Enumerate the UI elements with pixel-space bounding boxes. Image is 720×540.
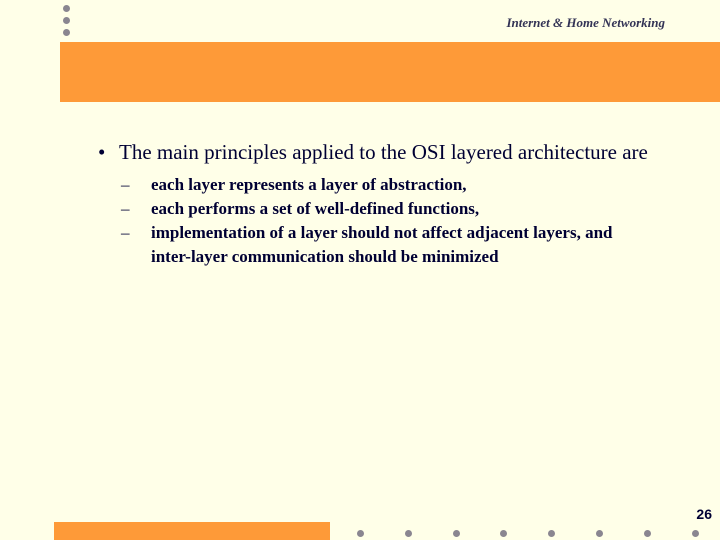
decorative-dot: [63, 5, 70, 12]
slide-content: • The main principles applied to the OSI…: [98, 138, 654, 269]
decorative-dot: [644, 530, 651, 537]
sub-bullet-list: – each layer represents a layer of abstr…: [121, 173, 654, 269]
main-bullet: • The main principles applied to the OSI…: [98, 138, 654, 166]
decorative-dot: [405, 530, 412, 537]
decorative-dot: [500, 530, 507, 537]
dash-marker: –: [121, 199, 130, 218]
sub-bullet-text: each layer represents a layer of abstrac…: [151, 175, 467, 194]
decorative-dot: [357, 530, 364, 537]
decorative-dot: [453, 530, 460, 537]
sub-bullet: – each performs a set of well-defined fu…: [121, 197, 654, 221]
sub-bullet: – each layer represents a layer of abstr…: [121, 173, 654, 197]
sub-bullet: – implementation of a layer should not a…: [121, 221, 654, 269]
sub-bullet-text: each performs a set of well-defined func…: [151, 199, 480, 218]
decorative-dot: [692, 530, 699, 537]
dash-marker: –: [121, 175, 130, 194]
top-accent-bar: [60, 42, 720, 102]
sub-bullet-text: implementation of a layer should not aff…: [151, 223, 613, 266]
decorative-dot: [596, 530, 603, 537]
header-title: Internet & Home Networking: [506, 15, 665, 30]
main-bullet-text: The main principles applied to the OSI l…: [119, 140, 648, 164]
decorative-dot: [63, 17, 70, 24]
page-number: 26: [696, 506, 712, 522]
dash-marker: –: [121, 223, 130, 242]
decorative-dot: [63, 29, 70, 36]
decorative-dot: [548, 530, 555, 537]
bottom-accent-bar: [54, 522, 330, 540]
bullet-marker: •: [98, 140, 106, 164]
